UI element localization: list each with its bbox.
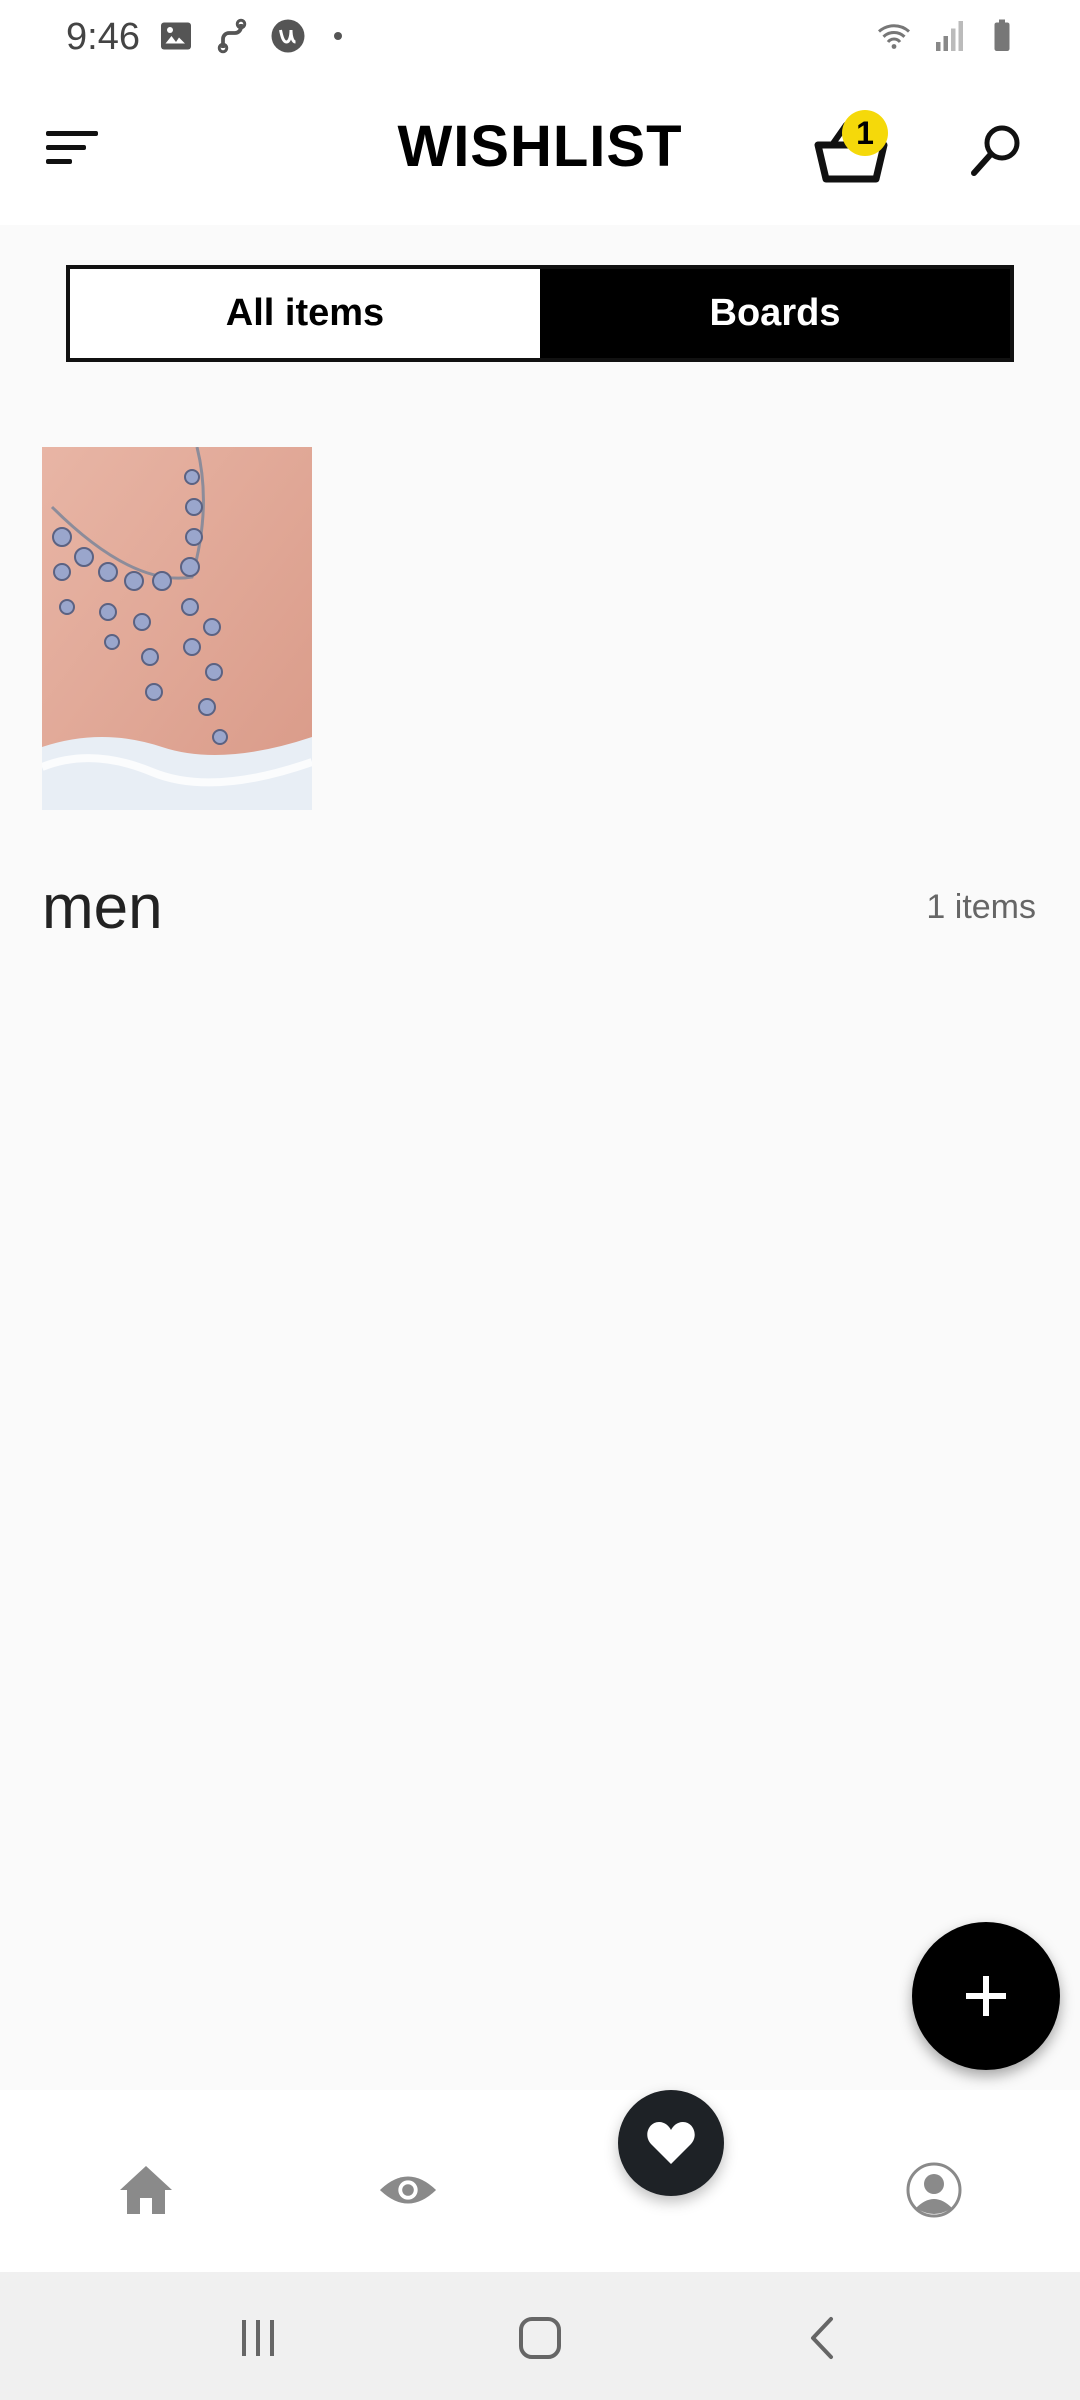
system-nav-bar bbox=[0, 2272, 1080, 2400]
plus-icon bbox=[966, 1976, 1006, 2016]
profile-icon bbox=[906, 2162, 962, 2218]
search-icon[interactable] bbox=[970, 123, 1022, 179]
home-button-icon bbox=[519, 2317, 561, 2359]
battery-icon bbox=[994, 19, 1010, 51]
tab-boards[interactable]: Boards bbox=[540, 269, 1010, 358]
recents-icon bbox=[242, 2320, 274, 2356]
heart-icon bbox=[647, 2122, 695, 2164]
nav-profile[interactable] bbox=[904, 2160, 964, 2220]
page-title: WISHLIST bbox=[397, 114, 683, 179]
back-icon bbox=[811, 2317, 833, 2359]
app-header: WISHLIST 1 bbox=[0, 75, 1080, 225]
board-item-count: 1 items bbox=[926, 888, 1036, 926]
necklace-image bbox=[42, 447, 312, 810]
back-button[interactable] bbox=[792, 2310, 852, 2366]
dot-icon bbox=[334, 32, 342, 40]
status-bar: 9:46 bbox=[0, 0, 1080, 75]
board-name[interactable]: men bbox=[42, 872, 163, 943]
route-icon bbox=[217, 18, 247, 54]
status-icons-left bbox=[158, 18, 350, 54]
nav-home[interactable] bbox=[116, 2160, 176, 2220]
image-icon bbox=[161, 22, 191, 50]
nav-watch[interactable] bbox=[378, 2160, 438, 2220]
eye-icon bbox=[379, 2176, 437, 2204]
home-icon bbox=[120, 2166, 172, 2214]
status-icons-right bbox=[876, 18, 1020, 54]
tab-all-items[interactable]: All items bbox=[70, 269, 540, 358]
add-board-button[interactable] bbox=[912, 1922, 1060, 2070]
nav-wishlist[interactable] bbox=[618, 2090, 724, 2196]
recents-button[interactable] bbox=[228, 2310, 288, 2366]
app-u-icon bbox=[271, 19, 305, 53]
bottom-nav bbox=[0, 2090, 1080, 2272]
board-thumbnail[interactable] bbox=[42, 447, 312, 810]
signal-icon bbox=[936, 21, 963, 51]
cart-badge: 1 bbox=[842, 110, 888, 156]
home-button[interactable] bbox=[510, 2310, 570, 2366]
view-toggle: All items Boards bbox=[66, 265, 1014, 362]
status-time: 9:46 bbox=[66, 16, 140, 58]
wifi-icon bbox=[878, 24, 910, 49]
